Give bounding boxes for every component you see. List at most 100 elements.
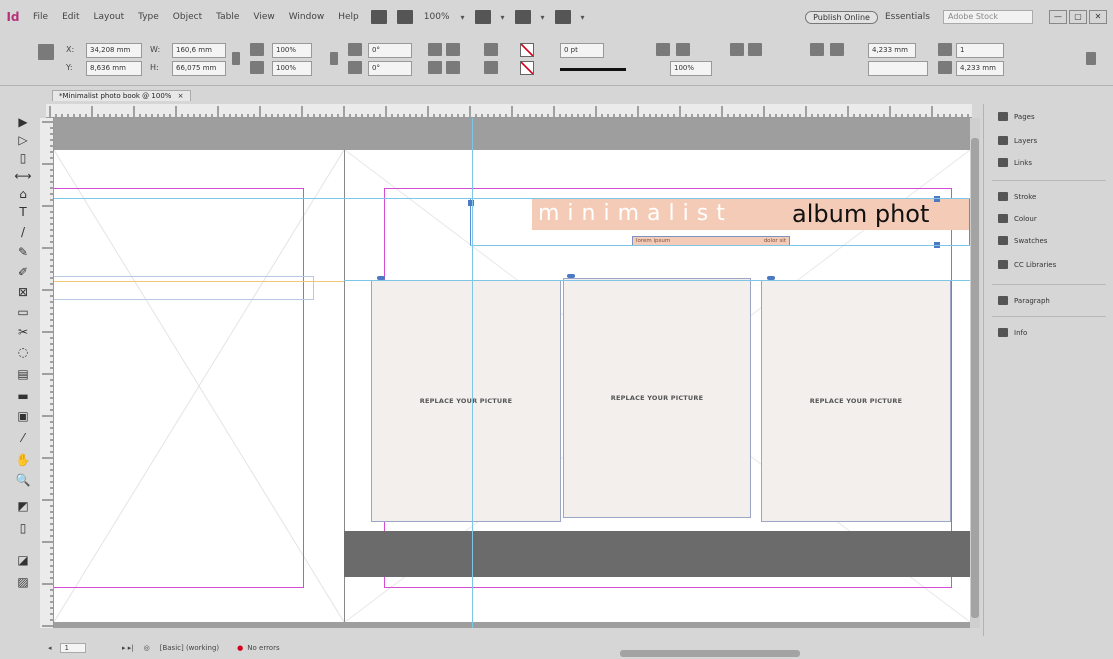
document-tab-close-icon[interactable]: ×	[178, 92, 184, 100]
menu-object[interactable]: Object	[166, 12, 209, 22]
panel-item-paragraph[interactable]: Paragraph	[998, 296, 1050, 305]
gap-tool-icon[interactable]: ⟷	[14, 168, 32, 184]
y-field[interactable]: 8,636 mm	[86, 61, 142, 76]
vertical-ruler[interactable]	[40, 118, 54, 628]
vertical-guide[interactable]	[472, 118, 473, 628]
scale-y-field[interactable]: 100%	[272, 61, 312, 76]
eyedropper-tool-icon[interactable]: ⁄	[14, 430, 32, 446]
left-margin-frame[interactable]	[54, 188, 304, 588]
gradient-feather-tool-icon[interactable]: ▬	[14, 388, 32, 404]
stroke-swatch[interactable]	[520, 61, 534, 75]
rotate-ccw-icon[interactable]	[446, 43, 460, 56]
next-page-icon[interactable]: ▸ ▸|	[122, 644, 134, 652]
align-icon[interactable]	[730, 43, 744, 56]
footer-grey-band[interactable]	[344, 531, 970, 577]
stock-search-input[interactable]: Adobe Stock	[943, 10, 1033, 24]
close-button[interactable]: ✕	[1089, 10, 1107, 24]
note-tool-icon[interactable]: ▣	[14, 408, 32, 424]
select-container-icon[interactable]	[484, 43, 498, 56]
panel-item-layers[interactable]: Layers	[998, 136, 1037, 145]
angle-field[interactable]: 0°	[368, 43, 412, 58]
selection-handle[interactable]	[934, 196, 940, 202]
drop-shadow-icon[interactable]	[676, 43, 690, 56]
columns-field[interactable]: 1	[956, 43, 1004, 58]
zoom-tool-icon[interactable]: 🔍	[14, 472, 32, 488]
hand-tool-icon[interactable]: ✋	[14, 452, 32, 468]
menu-edit[interactable]: Edit	[55, 12, 86, 22]
horizontal-guide[interactable]	[470, 245, 970, 246]
page-tool-icon[interactable]: ▯	[14, 150, 32, 166]
photo-frame-3[interactable]: REPLACE YOUR PICTURE	[761, 280, 951, 522]
gutter-field[interactable]: 4,233 mm	[956, 61, 1004, 76]
bridge-icon[interactable]	[370, 10, 387, 24]
shear-field[interactable]: 0°	[368, 61, 412, 76]
menu-window[interactable]: Window	[282, 12, 332, 22]
effects-icon[interactable]	[656, 43, 670, 56]
type-tool-icon[interactable]: T	[14, 204, 32, 220]
selection-handle[interactable]	[468, 200, 474, 206]
select-content-icon[interactable]	[484, 61, 498, 74]
h-field[interactable]: 66,075 mm	[172, 61, 226, 76]
menu-layout[interactable]: Layout	[87, 12, 132, 22]
horizontal-guide[interactable]	[344, 280, 970, 281]
scale-x-field[interactable]: 100%	[272, 43, 312, 58]
distribute-icon[interactable]	[748, 43, 762, 56]
object-style-field[interactable]	[868, 61, 928, 76]
horizontal-ruler[interactable]	[46, 104, 972, 118]
menu-help[interactable]: Help	[331, 12, 366, 22]
pen-tool-icon[interactable]: ✎	[14, 244, 32, 260]
menu-file[interactable]: File	[26, 12, 55, 22]
reference-point-icon[interactable]	[38, 44, 54, 60]
fill-stroke-icon[interactable]: ◩	[14, 498, 32, 514]
panel-item-pages[interactable]: Pages	[998, 112, 1035, 121]
selection-tool-icon[interactable]: ▶	[14, 114, 32, 130]
minimize-button[interactable]: —	[1049, 10, 1067, 24]
horizontal-guide[interactable]	[54, 198, 970, 199]
text-wrap-icon[interactable]	[810, 43, 824, 56]
constrain-scale-icon[interactable]	[330, 52, 338, 65]
rectangle-tool-icon[interactable]: ▭	[14, 304, 32, 320]
ref-x-field[interactable]: 4,233 mm	[868, 43, 916, 58]
panel-menu-icon[interactable]	[1086, 52, 1096, 65]
gradient-swatch-tool-icon[interactable]: ▤	[14, 366, 32, 382]
rotate-cw-icon[interactable]	[428, 43, 442, 56]
stroke-weight-field[interactable]: 0 pt	[560, 43, 604, 58]
view-options-icon[interactable]	[474, 10, 491, 24]
stroke-type-selector[interactable]	[560, 68, 626, 71]
first-page-icon[interactable]: ◂	[48, 644, 52, 652]
document-tab[interactable]: *Minimalist photo book @ 100% ×	[52, 90, 191, 101]
panel-item-stroke[interactable]: Stroke	[998, 192, 1036, 201]
workspace-switcher[interactable]: Essentials	[878, 12, 937, 22]
fitting-icon[interactable]	[830, 43, 844, 56]
menu-view[interactable]: View	[246, 12, 281, 22]
menu-table[interactable]: Table	[209, 12, 246, 22]
fill-swatch[interactable]	[520, 43, 534, 57]
scissors-tool-icon[interactable]: ✂	[14, 324, 32, 340]
stock-icon[interactable]	[396, 10, 413, 24]
constrain-proportions-icon[interactable]	[232, 52, 240, 65]
vertical-scrollbar[interactable]	[970, 118, 980, 628]
panel-item-cc-libraries[interactable]: CC Libraries	[998, 260, 1056, 269]
master-label[interactable]: [Basic] (working)	[160, 644, 219, 652]
flip-horizontal-icon[interactable]	[428, 61, 442, 74]
panel-item-swatches[interactable]: Swatches	[998, 236, 1047, 245]
preflight-status[interactable]: No errors	[247, 644, 279, 652]
photo-frame-1[interactable]: REPLACE YOUR PICTURE	[371, 280, 561, 522]
panel-item-links[interactable]: Links	[998, 158, 1032, 167]
content-collector-icon[interactable]: ⌂	[14, 186, 32, 202]
line-tool-icon[interactable]: /	[14, 224, 32, 240]
left-empty-text-frame[interactable]	[54, 276, 314, 300]
maximize-button[interactable]: ▢	[1069, 10, 1087, 24]
screen-mode-icon[interactable]: ▨	[14, 574, 32, 590]
flip-vertical-icon[interactable]	[446, 61, 460, 74]
horizontal-scroll-thumb[interactable]	[620, 650, 800, 657]
free-transform-tool-icon[interactable]: ◌	[14, 344, 32, 360]
page-number-field[interactable]: 1	[59, 642, 86, 653]
preview-icon[interactable]: ◎	[144, 644, 150, 652]
photo-frame-2[interactable]: REPLACE YOUR PICTURE	[563, 278, 751, 518]
menu-type[interactable]: Type	[131, 12, 166, 22]
zoom-dropdown-icon[interactable]: ▾	[456, 13, 470, 22]
document-canvas[interactable]: REPLACE YOUR PICTURE REPLACE YOUR PICTUR…	[54, 118, 970, 628]
w-field[interactable]: 160,6 mm	[172, 43, 226, 58]
zoom-level[interactable]: 100%	[418, 12, 456, 22]
